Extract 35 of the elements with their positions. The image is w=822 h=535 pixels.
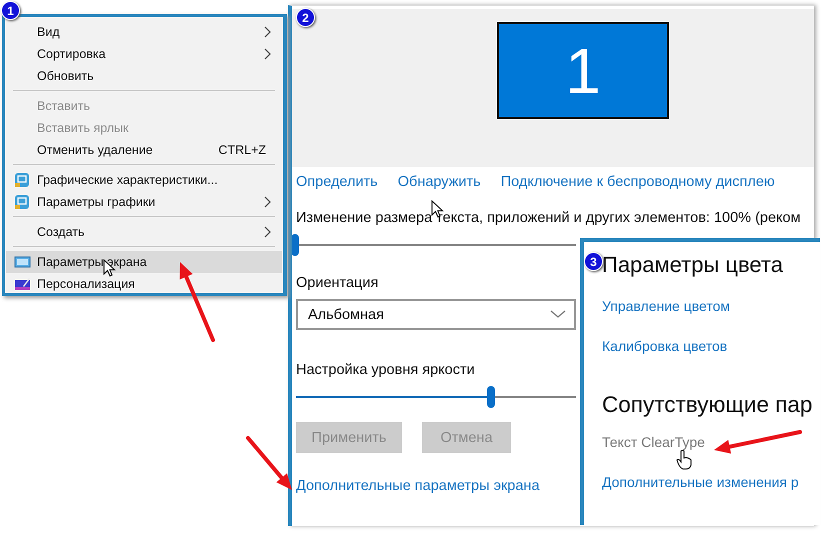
chevron-down-icon	[550, 310, 566, 319]
link[interactable]: Управление цветом	[602, 298, 730, 314]
menu-item[interactable]: Обновить	[6, 65, 282, 87]
menu-item[interactable]: Вид	[6, 21, 282, 43]
menu-item[interactable]: Параметры экрана	[6, 251, 282, 273]
link[interactable]: Дополнительные параметры экрана	[296, 478, 540, 494]
orientation-dropdown[interactable]: Альбомная	[296, 299, 576, 330]
section-title: Сопутствующие пар	[602, 392, 812, 418]
link[interactable]: Калибровка цветов	[602, 338, 728, 354]
shortcut-label: CTRL+Z	[218, 143, 266, 157]
scale-label: Изменение размера текста, приложений и других элементов: 100% (реком	[296, 210, 802, 226]
monitor-tile[interactable]: 1	[497, 22, 669, 119]
link[interactable]: Подключение к беспроводному дисплею	[500, 174, 775, 190]
menu-item[interactable]: Параметры графики	[6, 191, 282, 213]
slider[interactable]	[296, 386, 576, 408]
link[interactable]: Определить	[296, 174, 378, 190]
menu-item[interactable]: Графические характеристики...	[6, 169, 282, 191]
menu-item[interactable]: Отменить удаление CTRL+Z	[6, 139, 282, 161]
number-badge: 1	[1, 1, 20, 20]
slider-thumb[interactable]	[487, 386, 495, 408]
menu-item[interactable]: Сортировка	[6, 43, 282, 65]
slider-thumb[interactable]	[292, 234, 299, 256]
hand-cursor-icon	[676, 450, 692, 470]
link[interactable]: Обнаружить	[398, 174, 481, 190]
monitor-icon	[14, 254, 31, 270]
menu-item[interactable]: Персонализация	[6, 273, 282, 293]
link[interactable]: Текст ClearType	[602, 434, 705, 450]
graphics-app-icon	[14, 172, 31, 188]
paint-icon	[14, 276, 31, 292]
graphics-app-icon	[14, 194, 31, 210]
brightness-label: Настройка уровня яркости	[296, 362, 476, 378]
orientation-label: Ориентация	[296, 275, 380, 291]
link[interactable]: Дополнительные изменения р	[602, 474, 799, 490]
section-title: Параметры цвета	[602, 252, 783, 278]
menu-item[interactable]: Создать	[6, 221, 282, 243]
